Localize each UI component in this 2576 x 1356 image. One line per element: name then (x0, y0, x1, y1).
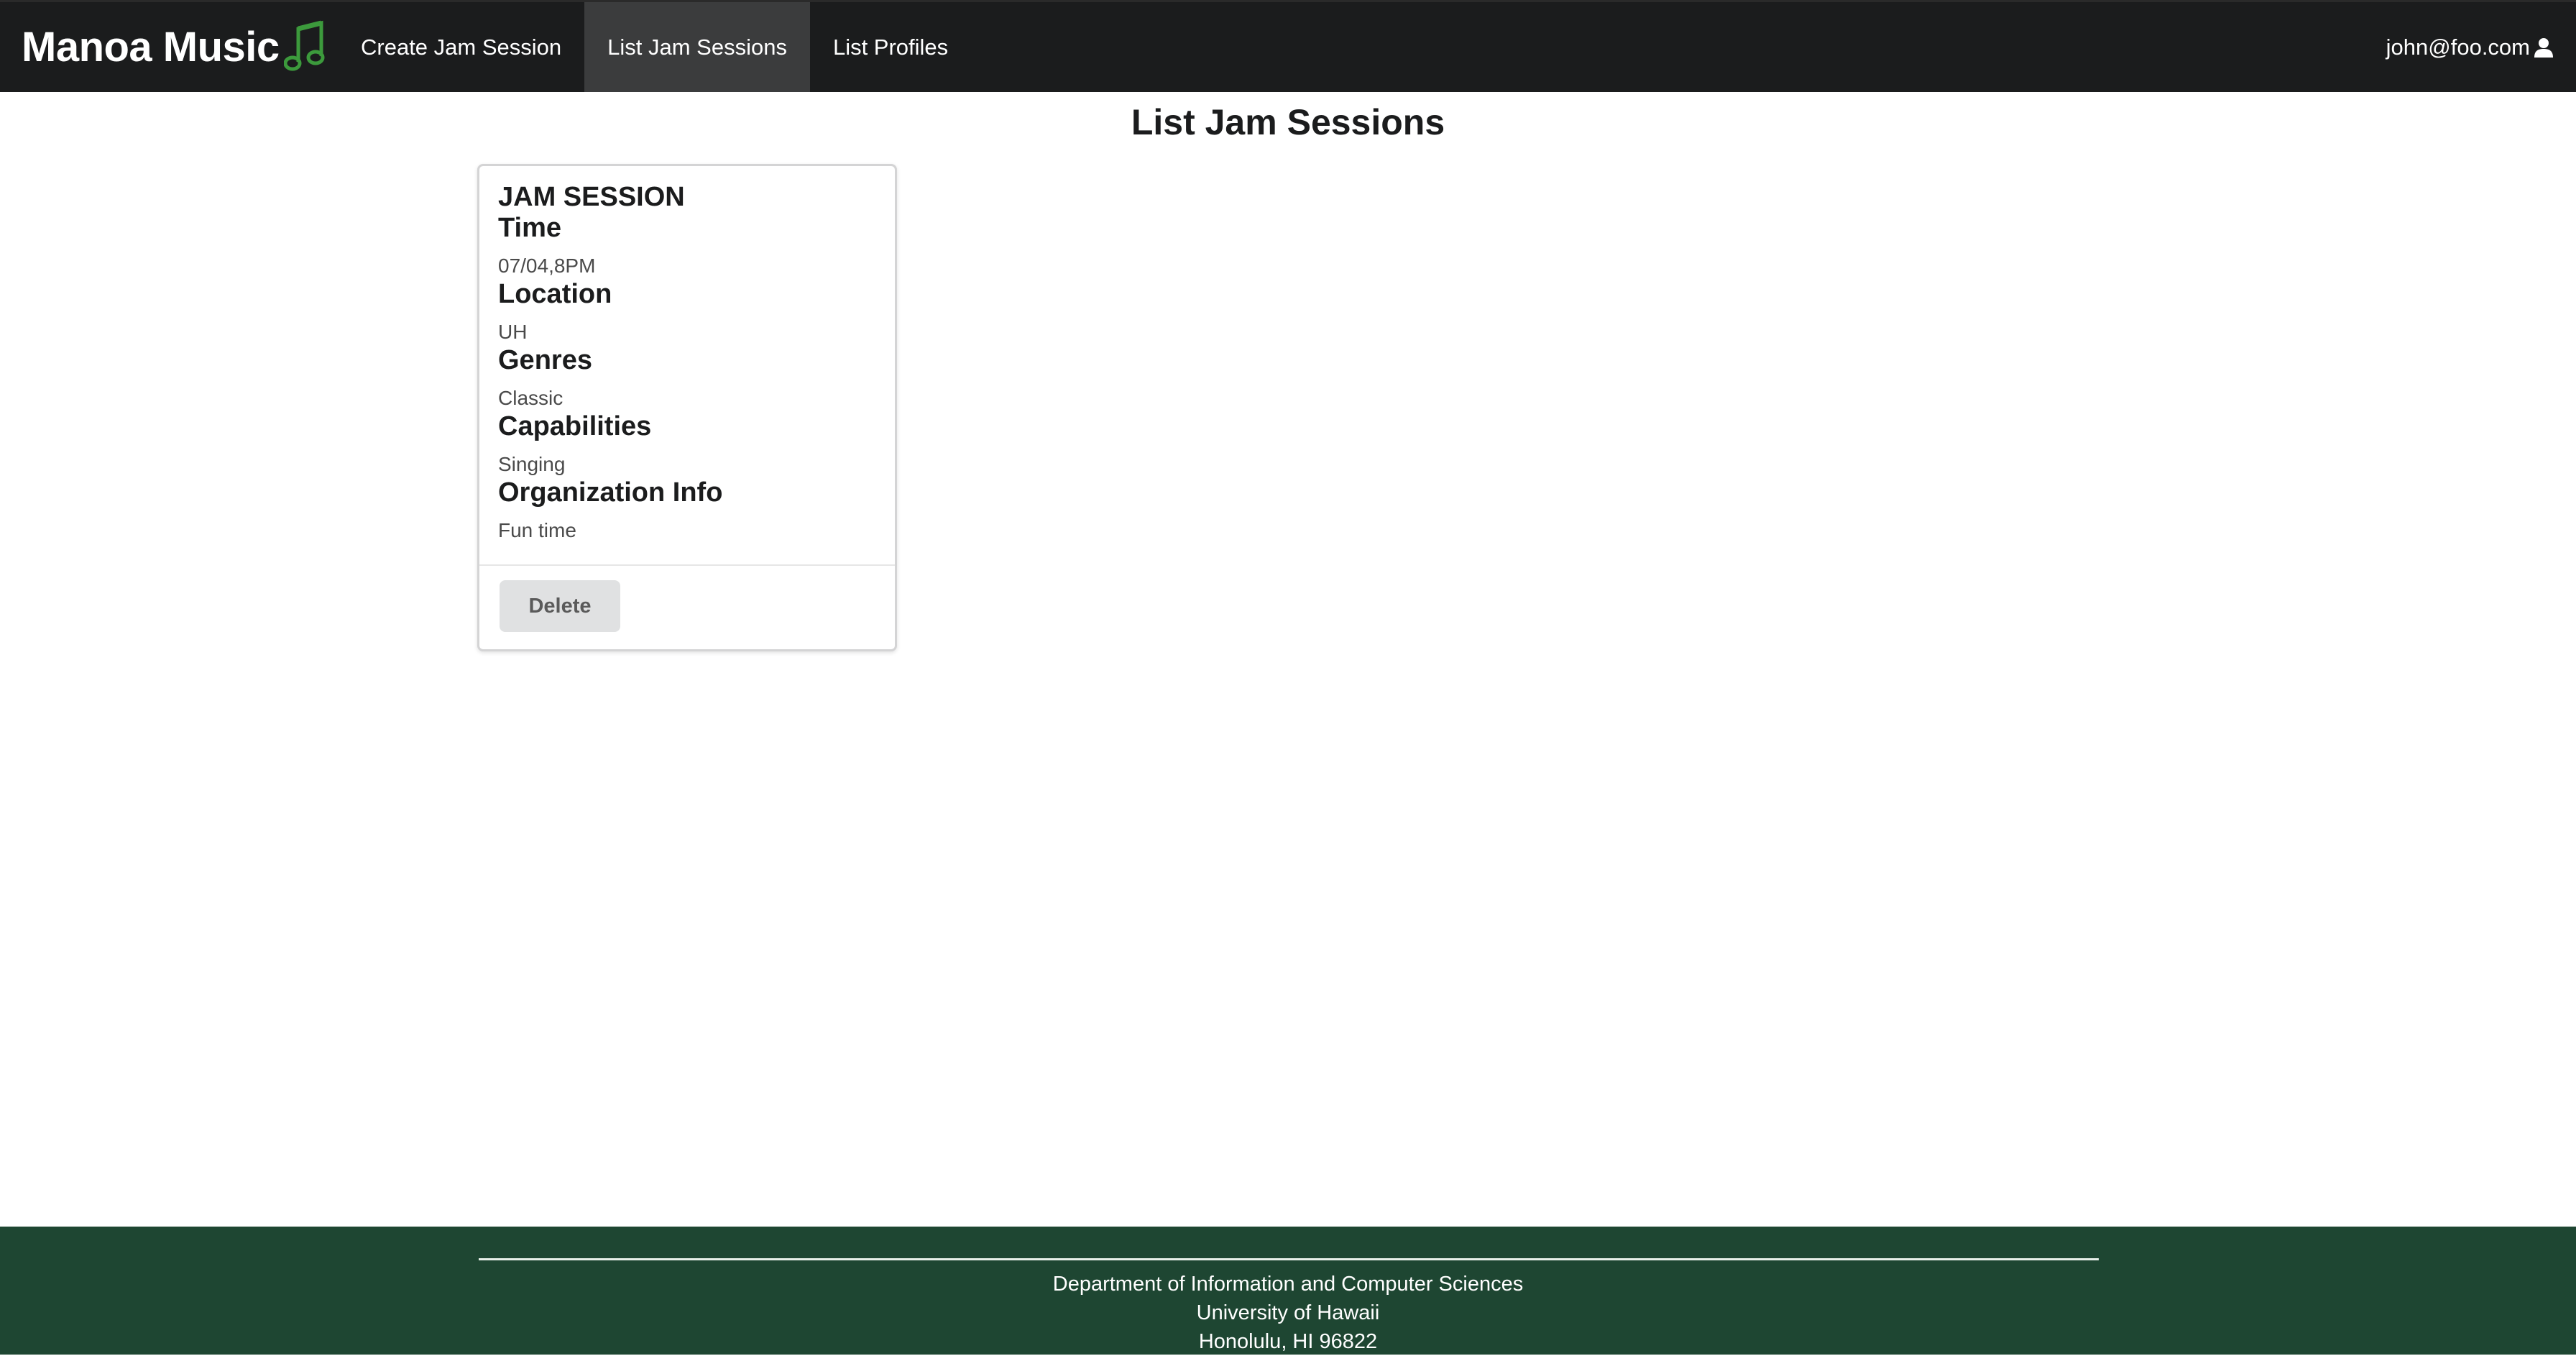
nav-list-profiles[interactable]: List Profiles (810, 2, 971, 92)
user-icon (2533, 37, 2554, 58)
time-value: 07/04,8PM (498, 255, 596, 277)
footer-divider (479, 1258, 2099, 1260)
footer-city: Honolulu, HI 96822 (1198, 1330, 1378, 1353)
card-content: JAM SESSION Time 07/04,8PM Location UH G… (479, 166, 895, 543)
top-navbar: Manoa Music Create Jam Session List Jam … (0, 0, 2576, 92)
genres-value: Classic (498, 387, 564, 409)
location-label: Location (498, 279, 612, 309)
page-title: List Jam Sessions (1131, 102, 1445, 142)
card-extra-content: Delete (479, 564, 895, 649)
capabilities-label: Capabilities (498, 411, 652, 441)
footer-address: Department of Information and Computer S… (0, 1270, 2576, 1356)
footer: Department of Information and Computer S… (0, 1227, 2576, 1355)
delete-button[interactable]: Delete (500, 580, 620, 632)
genres-label: Genres (498, 345, 592, 375)
card-header: JAM SESSION (498, 182, 685, 212)
jam-session-card: JAM SESSION Time 07/04,8PM Location UH G… (477, 164, 897, 651)
nav-list-jam-sessions[interactable]: List Jam Sessions (584, 2, 810, 92)
footer-university: University of Hawaii (1196, 1301, 1380, 1324)
brand-title: Manoa Music (22, 24, 280, 70)
music-note-icon (283, 20, 326, 78)
location-value: UH (498, 321, 528, 343)
time-label: Time (498, 213, 562, 243)
organization-info-label: Organization Info (498, 477, 723, 508)
organization-info-value: Fun time (498, 519, 576, 541)
nav-create-jam-session[interactable]: Create Jam Session (338, 2, 584, 92)
footer-department: Department of Information and Computer S… (1052, 1273, 1524, 1296)
brand-link[interactable]: Manoa Music (0, 2, 338, 92)
capabilities-value: Singing (498, 453, 566, 475)
user-email: john@foo.com (2386, 34, 2530, 60)
user-menu[interactable]: john@foo.com (2386, 2, 2576, 92)
